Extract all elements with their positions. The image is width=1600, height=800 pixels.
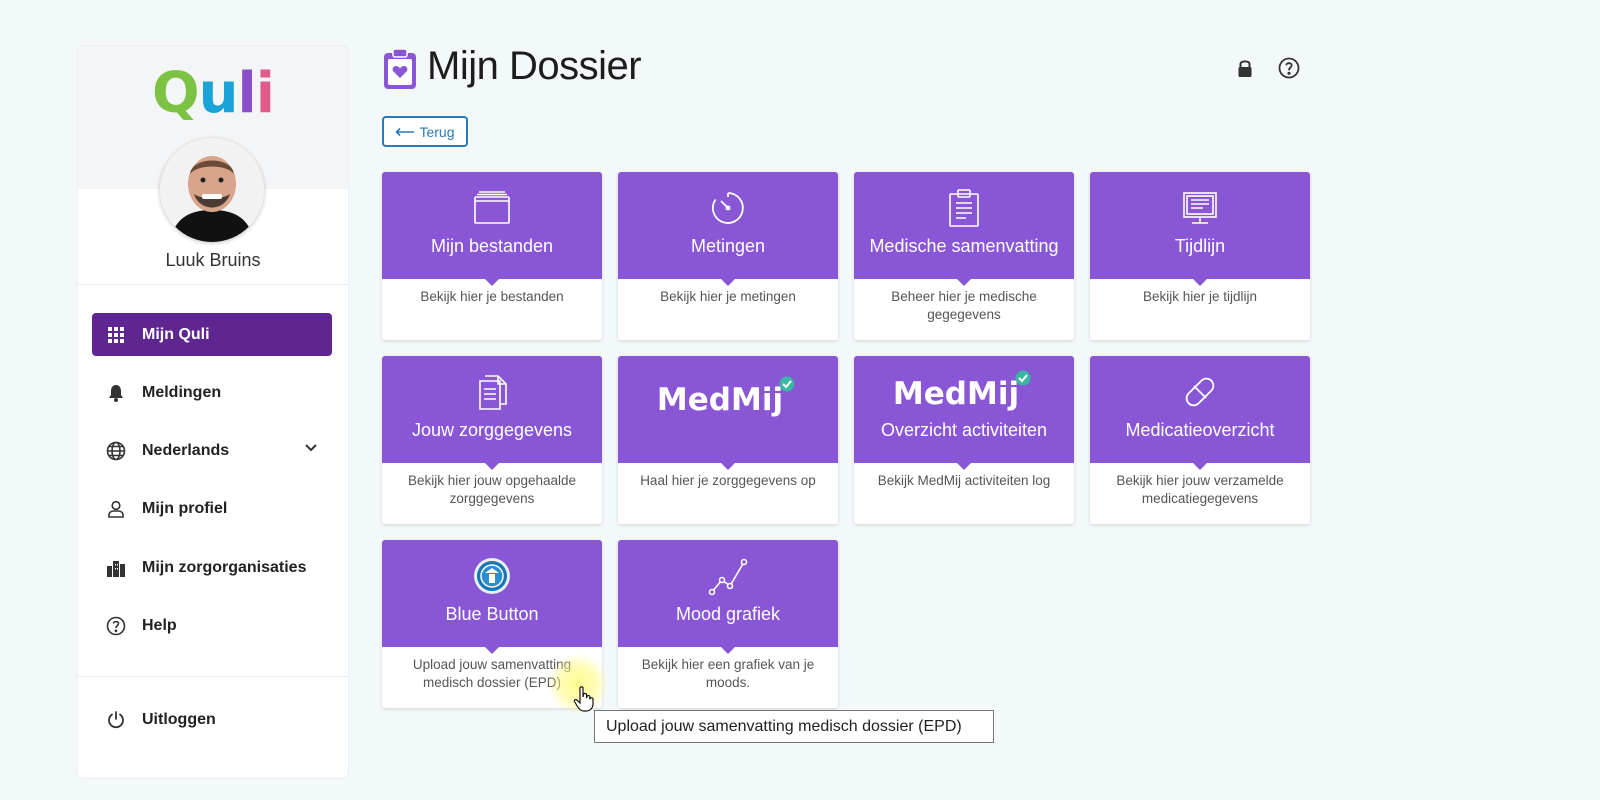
tile-description: Bekijk hier je tijdlijn (1142, 289, 1258, 304)
sidebar-item-help[interactable]: Help (92, 604, 332, 647)
hand-cursor-icon (573, 686, 595, 717)
logout-button[interactable]: Uitloggen (92, 698, 332, 741)
tile-description: Haal hier je zorggegevens op (640, 473, 816, 488)
tile-jouw-zorggegevens[interactable]: Jouw zorggegevens Bekijk hier jouw opgeh… (382, 356, 602, 524)
tile-description: Bekijk MedMij activiteiten log (877, 473, 1051, 488)
avatar[interactable] (160, 138, 264, 242)
sidebar-item-mijn-zorgorganisaties[interactable]: Mijn zorgorganisaties (92, 546, 332, 589)
lock-icon[interactable] (1234, 57, 1256, 79)
blue-button-icon (382, 556, 602, 596)
user-name: Luuk Bruins (165, 250, 261, 270)
bell-icon (106, 383, 126, 403)
divider (78, 676, 348, 677)
tile-overzicht-activiteiten[interactable]: MedMij Overzicht activiteiten Bekijk Med… (854, 356, 1074, 524)
tile-title: Tijdlijn (1174, 236, 1226, 256)
pill-icon (1090, 372, 1310, 412)
quli-logo[interactable]: Quli (78, 60, 348, 128)
dossier-heart-icon (383, 48, 417, 95)
help-circle-icon (106, 616, 126, 636)
help-icon[interactable] (1278, 57, 1300, 79)
folder-icon (382, 188, 602, 228)
tile-description: Bekijk hier een grafiek van je moods. (641, 657, 815, 690)
tile-tijdlijn[interactable]: Tijdlijn Bekijk hier je tijdlijn (1090, 172, 1310, 340)
divider (78, 284, 348, 285)
page-title: Mijn Dossier (427, 44, 642, 88)
sidebar-item-nederlands[interactable]: Nederlands (92, 429, 332, 472)
tile-medische-samenvatting[interactable]: Medische samenvatting Beheer hier je med… (854, 172, 1074, 340)
sidebar-item-label: Mijn profiel (142, 499, 228, 517)
sidebar-item-mijn-profiel[interactable]: Mijn profiel (92, 487, 332, 530)
tile-title: Medische samenvatting (869, 236, 1059, 256)
medmij-logo: MedMij (854, 370, 1074, 414)
tile-title: Jouw zorggegevens (411, 420, 573, 440)
sidebar-item-label: Mijn Quli (142, 325, 210, 343)
tile-description: Bekijk hier je bestanden (420, 289, 564, 304)
back-button[interactable]: Terug (382, 116, 468, 147)
sidebar: Quli Luuk Bruins Mijn Quli Meldingen Ned… (78, 46, 348, 778)
globe-icon (106, 441, 126, 461)
buildings-icon (106, 558, 126, 578)
back-label: Terug (419, 123, 455, 140)
medmij-logo: MedMij (618, 376, 838, 420)
gauge-icon (618, 188, 838, 228)
check-badge-icon (1015, 370, 1031, 391)
clipboard-icon (854, 188, 1074, 228)
tile-title: Mood grafiek (675, 604, 781, 624)
tile-description: Bekijk hier jouw opgehaalde zorggegevens (407, 473, 577, 506)
tile-title: Medicatieoverzicht (1125, 420, 1275, 440)
documents-icon (382, 372, 602, 412)
chevron-down-icon[interactable] (304, 441, 318, 460)
tile-description: Bekijk hier jouw verzamelde medicatiegeg… (1116, 473, 1284, 506)
sidebar-item-mijn-quli[interactable]: Mijn Quli (92, 313, 332, 356)
sidebar-item-label: Mijn zorgorganisaties (142, 558, 307, 576)
sidebar-item-label: Help (142, 616, 177, 634)
tile-description: Beheer hier je medische gegegevens (891, 289, 1037, 322)
check-badge-icon (779, 376, 795, 397)
presentation-icon (1090, 188, 1310, 228)
tile-title: Blue Button (445, 604, 539, 624)
tile-title: Mijn bestanden (430, 236, 554, 256)
tile-medicatieoverzicht[interactable]: Medicatieoverzicht Bekijk hier jouw verz… (1090, 356, 1310, 524)
tile-description: Bekijk hier je metingen (660, 289, 796, 304)
sidebar-item-label: Nederlands (142, 441, 230, 459)
arrow-left-icon (395, 124, 415, 140)
sidebar-item-label: Meldingen (142, 383, 222, 401)
line-chart-icon (618, 556, 838, 596)
tooltip: Upload jouw samenvatting medisch dossier… (594, 710, 994, 743)
tile-title: Metingen (690, 236, 766, 256)
tile-mood-grafiek[interactable]: Mood grafiek Bekijk hier een grafiek van… (618, 540, 838, 708)
power-icon (106, 710, 126, 730)
logout-label: Uitloggen (142, 710, 216, 728)
tile-medmij[interactable]: MedMij Haal hier je zorggegevens op (618, 356, 838, 524)
tile-title: Overzicht activiteiten (880, 420, 1048, 440)
tile-metingen[interactable]: Metingen Bekijk hier je metingen (618, 172, 838, 340)
grid-icon (106, 325, 126, 345)
tile-mijn-bestanden[interactable]: Mijn bestanden Bekijk hier je bestanden (382, 172, 602, 340)
user-icon (106, 499, 126, 519)
sidebar-item-meldingen[interactable]: Meldingen (92, 371, 332, 414)
